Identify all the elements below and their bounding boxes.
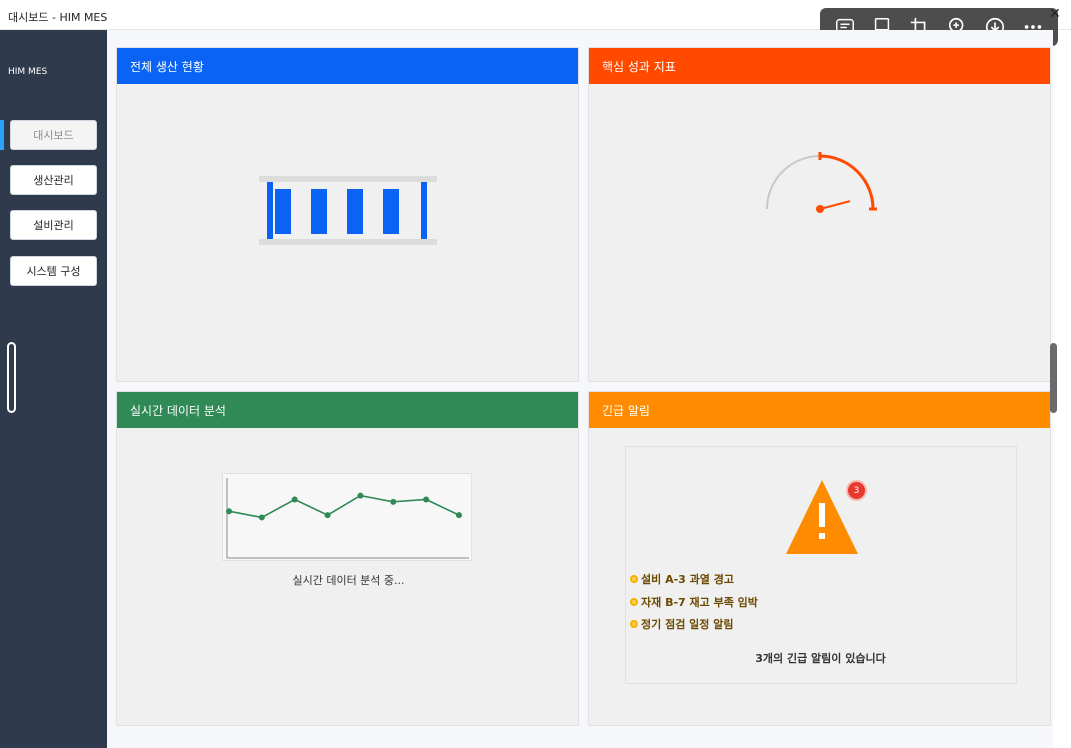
page-scrollbar-thumb[interactable] bbox=[1050, 343, 1057, 413]
data-point bbox=[456, 512, 462, 519]
alerts-panel-header: 긴급 알림 bbox=[589, 392, 1050, 428]
data-point bbox=[226, 508, 232, 515]
kpi-panel-header: 핵심 성과 지표 bbox=[589, 48, 1050, 84]
active-nav-indicator bbox=[0, 120, 4, 150]
gauge-pivot bbox=[816, 205, 824, 213]
kpi-gauge bbox=[766, 152, 877, 213]
data-point bbox=[390, 498, 397, 505]
alerts-panel: 긴급 알림 3 설비 A-3 과열 경고 자재 B-7 재고 부족 임박 정기 … bbox=[588, 391, 1051, 726]
progress-bar-2 bbox=[311, 189, 327, 234]
alert-dot-icon bbox=[630, 620, 638, 628]
alert-item-label: 정기 점검 일정 알림 bbox=[641, 618, 734, 631]
line-chart-svg bbox=[226, 478, 469, 559]
data-point bbox=[357, 492, 364, 499]
close-icon[interactable]: ✕ bbox=[1049, 6, 1061, 22]
alert-item[interactable]: 자재 B-7 재고 부족 임박 bbox=[630, 594, 758, 610]
kpi-panel: 핵심 성과 지표 bbox=[588, 47, 1051, 382]
alert-dot-icon bbox=[630, 598, 638, 606]
alerts-summary: 3개의 긴급 알림이 있습니다 bbox=[755, 652, 886, 665]
realtime-panel-header: 실시간 데이터 분석 bbox=[117, 392, 578, 428]
progress-bar-4 bbox=[383, 189, 399, 234]
gauge-needle bbox=[819, 200, 851, 210]
track-bracket-left bbox=[267, 182, 273, 239]
realtime-caption: 실시간 데이터 분석 중... bbox=[292, 574, 405, 587]
data-point bbox=[291, 496, 298, 503]
track-rail-bottom bbox=[259, 239, 437, 245]
brand-label: HIM MES bbox=[8, 67, 48, 77]
alert-item-label: 설비 A-3 과열 경고 bbox=[641, 573, 734, 586]
sidebar-item-system[interactable]: 시스템 구성 bbox=[10, 256, 97, 286]
alerts-box: 3 설비 A-3 과열 경고 자재 B-7 재고 부족 임박 정기 점검 일정 … bbox=[625, 446, 1017, 684]
production-panel: 전체 생산 현황 bbox=[116, 47, 579, 382]
sidebar-scrollbar[interactable] bbox=[7, 342, 16, 413]
data-point bbox=[324, 512, 331, 519]
gauge-track bbox=[766, 155, 874, 210]
track-bracket-right bbox=[421, 182, 427, 239]
alert-item[interactable]: 정기 점검 일정 알림 bbox=[630, 616, 733, 632]
progress-bar-1 bbox=[275, 189, 291, 234]
sidebar: HIM MES 대시보드 생산관리 설비관리 시스템 구성 bbox=[0, 30, 107, 748]
track-rail-top bbox=[259, 176, 437, 182]
alert-count-badge: 3 bbox=[848, 482, 865, 499]
realtime-line-chart bbox=[222, 473, 472, 561]
data-point bbox=[258, 514, 265, 521]
production-panel-header: 전체 생산 현황 bbox=[117, 48, 578, 84]
window-title: 대시보드 - HIM MES bbox=[8, 11, 108, 24]
production-progress-graphic bbox=[259, 176, 437, 245]
alert-dot-icon bbox=[630, 575, 638, 583]
dashboard-content: 전체 생산 현황 핵심 성과 지표 실시간 데이터 분석 실시간 데이터 분석 bbox=[107, 30, 1053, 748]
sidebar-item-dashboard[interactable]: 대시보드 bbox=[10, 120, 97, 150]
alert-item-label: 자재 B-7 재고 부족 임박 bbox=[641, 596, 758, 609]
data-point bbox=[423, 496, 430, 503]
realtime-panel: 실시간 데이터 분석 실시간 데이터 분석 중... bbox=[116, 391, 579, 726]
alert-item[interactable]: 설비 A-3 과열 경고 bbox=[630, 571, 734, 587]
sidebar-item-equipment[interactable]: 설비관리 bbox=[10, 210, 97, 240]
progress-bar-3 bbox=[347, 189, 363, 234]
sidebar-item-production[interactable]: 생산관리 bbox=[10, 165, 97, 195]
